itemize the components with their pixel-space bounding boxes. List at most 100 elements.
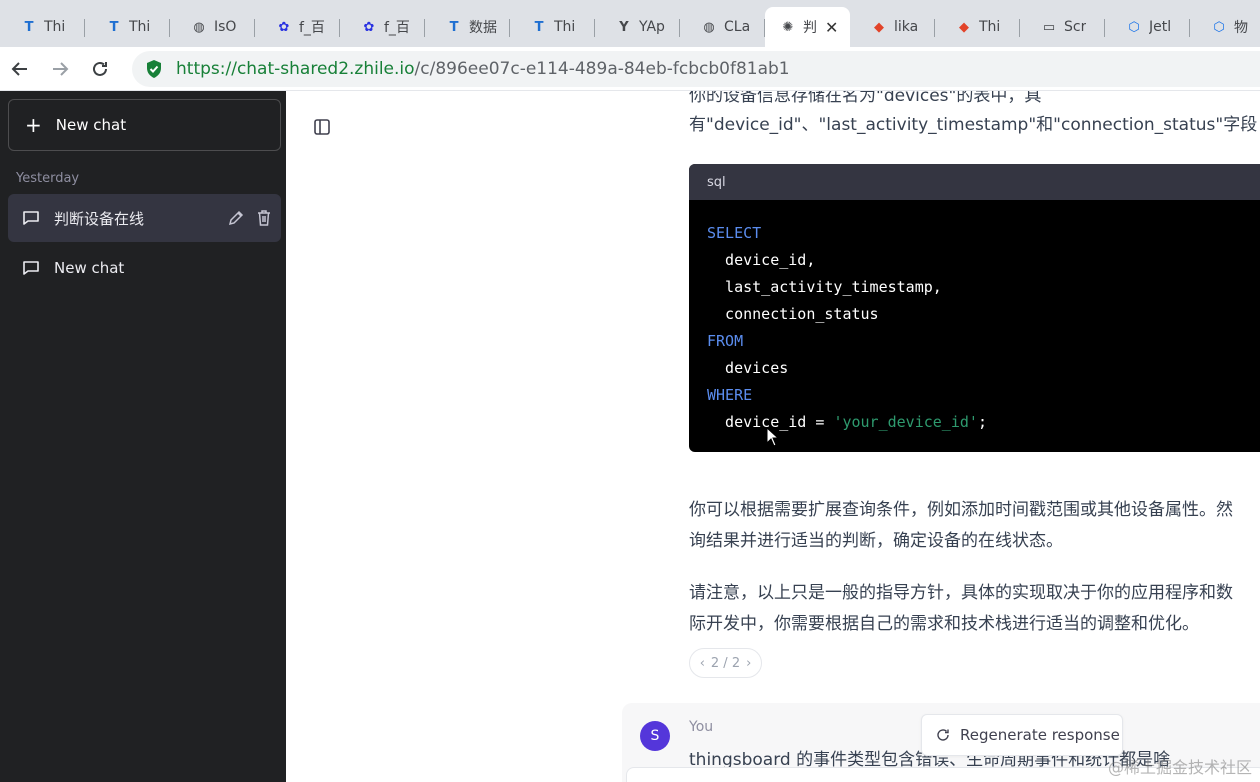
response-pager[interactable]: ‹ 2 / 2 › bbox=[689, 648, 762, 678]
browser-tab[interactable]: ✺ 判 ✕ bbox=[765, 7, 850, 47]
trash-icon[interactable] bbox=[255, 209, 273, 227]
tab-label: 物 bbox=[1234, 20, 1248, 36]
browser-toolbar: https://chat-shared2.zhile.io/c/896ee07c… bbox=[0, 47, 1260, 91]
code-line: FROM bbox=[707, 328, 1260, 355]
browser-tab[interactable]: ◍ IsO bbox=[170, 7, 255, 47]
tab-label: Thi bbox=[129, 19, 151, 35]
new-chat-label: New chat bbox=[55, 116, 127, 134]
browser-tab[interactable]: ◆ Thi bbox=[935, 7, 1020, 47]
browser-tab[interactable]: ◍ CLa bbox=[680, 7, 765, 47]
code-text: devices bbox=[707, 359, 789, 377]
tab-label: Thi bbox=[979, 19, 1001, 35]
browser-tab[interactable]: T Thi bbox=[85, 7, 170, 47]
pager-text: 2 / 2 bbox=[710, 655, 741, 671]
code-text: device_id, bbox=[707, 251, 816, 269]
code-line: device_id, bbox=[707, 247, 1260, 274]
tab-label: lika bbox=[894, 19, 919, 35]
regenerate-label: Regenerate response bbox=[960, 726, 1120, 744]
tab-label: Thi bbox=[44, 19, 66, 35]
tab-label: Scr bbox=[1064, 19, 1087, 35]
sidebar-toggle-icon[interactable] bbox=[313, 118, 331, 136]
yapi-icon: Y bbox=[619, 19, 629, 35]
url-scheme: https:// bbox=[176, 58, 237, 79]
message-text: 请注意，以上只是一般的指导方针，具体的实现取决于你的应用程序和数 bbox=[689, 583, 1233, 603]
baidu-icon: ✿ bbox=[363, 19, 375, 35]
code-line: device_id = 'your_device_id'; bbox=[707, 409, 1260, 436]
plus-icon: + bbox=[25, 113, 42, 137]
tab-label: f_百 bbox=[299, 20, 325, 36]
browser-tab-strip: T Thi T Thi ◍ IsO ✿ f_百 ✿ f_百 T 数据 T Thi Y YAp ◍ CLa ✺ 判 ✕ ◆ l… bbox=[0, 0, 1260, 47]
address-bar[interactable]: https://chat-shared2.zhile.io/c/896ee07c… bbox=[132, 50, 1260, 87]
message-text: 你的设备信息存储在名为"devices"的表中，具 bbox=[689, 91, 1042, 106]
thingsboard-icon: T bbox=[449, 19, 459, 35]
arrow-left-icon bbox=[11, 61, 27, 76]
monitor-icon: ▭ bbox=[1042, 19, 1056, 35]
message-text: 你可以根据需要扩展查询条件，例如添加时间戳范围或其他设备属性。然 bbox=[689, 500, 1233, 520]
globe-icon: ◍ bbox=[703, 19, 715, 35]
browser-tab[interactable]: ▭ Scr bbox=[1020, 7, 1105, 47]
browser-tab[interactable]: T Thi bbox=[510, 7, 595, 47]
chevron-left-icon[interactable]: ‹ bbox=[700, 656, 705, 671]
thingsboard-icon: T bbox=[24, 19, 34, 35]
code-line: devices bbox=[707, 355, 1260, 382]
code-line: SELECT bbox=[707, 220, 1260, 247]
browser-tab[interactable]: Y YAp bbox=[595, 7, 680, 47]
chevron-right-icon[interactable]: › bbox=[746, 656, 751, 671]
arrow-right-icon bbox=[53, 61, 69, 76]
code-content: SELECT device_id, last_activity_timestam… bbox=[689, 200, 1260, 452]
browser-tab[interactable]: ◆ lika bbox=[850, 7, 935, 47]
back-button[interactable] bbox=[0, 51, 40, 87]
conversation-item-active[interactable]: 判断设备在线 bbox=[8, 194, 281, 242]
code-line: connection_status bbox=[707, 301, 1260, 328]
browser-tab[interactable]: T 数据 bbox=[425, 7, 510, 47]
cube-icon: ⬡ bbox=[1128, 19, 1140, 35]
conversation-title: New chat bbox=[54, 259, 125, 277]
thingsboard-icon: T bbox=[534, 19, 544, 35]
gitlab-icon: ◆ bbox=[874, 19, 884, 35]
message-text: 有"device_id"、"last_activity_timestamp"和"… bbox=[689, 115, 1260, 135]
browser-tab[interactable]: ⬡ 物 bbox=[1190, 7, 1260, 47]
code-keyword: WHERE bbox=[707, 386, 753, 404]
openai-icon: ✺ bbox=[782, 19, 794, 35]
refresh-icon bbox=[937, 729, 949, 741]
message-text: 询结果并进行适当的判断，确定设备的在线状态。 bbox=[689, 531, 1063, 551]
avatar: S bbox=[640, 721, 670, 751]
new-chat-button[interactable]: + New chat bbox=[8, 99, 281, 151]
tab-label: YAp bbox=[639, 19, 665, 35]
tab-label: Jetl bbox=[1149, 19, 1172, 35]
reload-icon bbox=[93, 61, 107, 76]
edit-icon[interactable] bbox=[227, 209, 245, 227]
regenerate-response-button[interactable]: Regenerate response bbox=[921, 714, 1123, 756]
close-icon[interactable]: ✕ bbox=[825, 18, 838, 37]
url-host: chat-shared2.zhile.io bbox=[236, 58, 415, 79]
sidebar: + New chat Yesterday 判断设备在线 New chat bbox=[0, 91, 286, 782]
message-text: 际开发中，你需要根据自己的需求和技术栈进行适当的调整和优化。 bbox=[689, 614, 1199, 634]
assistant-message: 你的设备信息存储在名为"devices"的表中，具 有"device_id"、"… bbox=[689, 91, 1260, 140]
browser-tab[interactable]: ⬡ Jetl bbox=[1105, 7, 1190, 47]
code-language: sql bbox=[689, 164, 1260, 200]
code-line: last_activity_timestamp, bbox=[707, 274, 1260, 301]
conversation-item[interactable]: New chat bbox=[8, 244, 281, 292]
user-label: You bbox=[689, 719, 714, 735]
thingsboard-icon: T bbox=[109, 19, 119, 35]
conversation-actions bbox=[227, 209, 273, 227]
code-text: connection_status bbox=[707, 305, 879, 323]
conversation-title: 判断设备在线 bbox=[54, 209, 145, 228]
tab-label: 数据 bbox=[469, 20, 497, 36]
baidu-icon: ✿ bbox=[278, 19, 290, 35]
chat-bubble-icon bbox=[23, 211, 39, 225]
message-paragraph: 你可以根据需要扩展查询条件，例如添加时间戳范围或其他设备属性。然 询结果并进行适… bbox=[689, 495, 1260, 557]
message-paragraph: 请注意，以上只是一般的指导方针，具体的实现取决于你的应用程序和数 际开发中，你需… bbox=[689, 578, 1260, 640]
gitlab-icon: ◆ bbox=[959, 19, 969, 35]
tab-label: f_百 bbox=[384, 20, 410, 36]
shield-icon bbox=[147, 59, 161, 78]
tab-label: Thi bbox=[554, 19, 576, 35]
url-path: /c/896ee07c-e114-489a-84eb-fcbcb0f81ab1 bbox=[414, 58, 790, 79]
code-text: last_activity_timestamp, bbox=[707, 278, 942, 296]
forward-button[interactable] bbox=[40, 51, 80, 87]
browser-tab[interactable]: ✿ f_百 bbox=[255, 7, 340, 47]
reload-button[interactable] bbox=[80, 51, 120, 87]
browser-tab[interactable]: T Thi bbox=[0, 7, 85, 47]
browser-tab[interactable]: ✿ f_百 bbox=[340, 7, 425, 47]
code-text: ; bbox=[977, 413, 987, 431]
